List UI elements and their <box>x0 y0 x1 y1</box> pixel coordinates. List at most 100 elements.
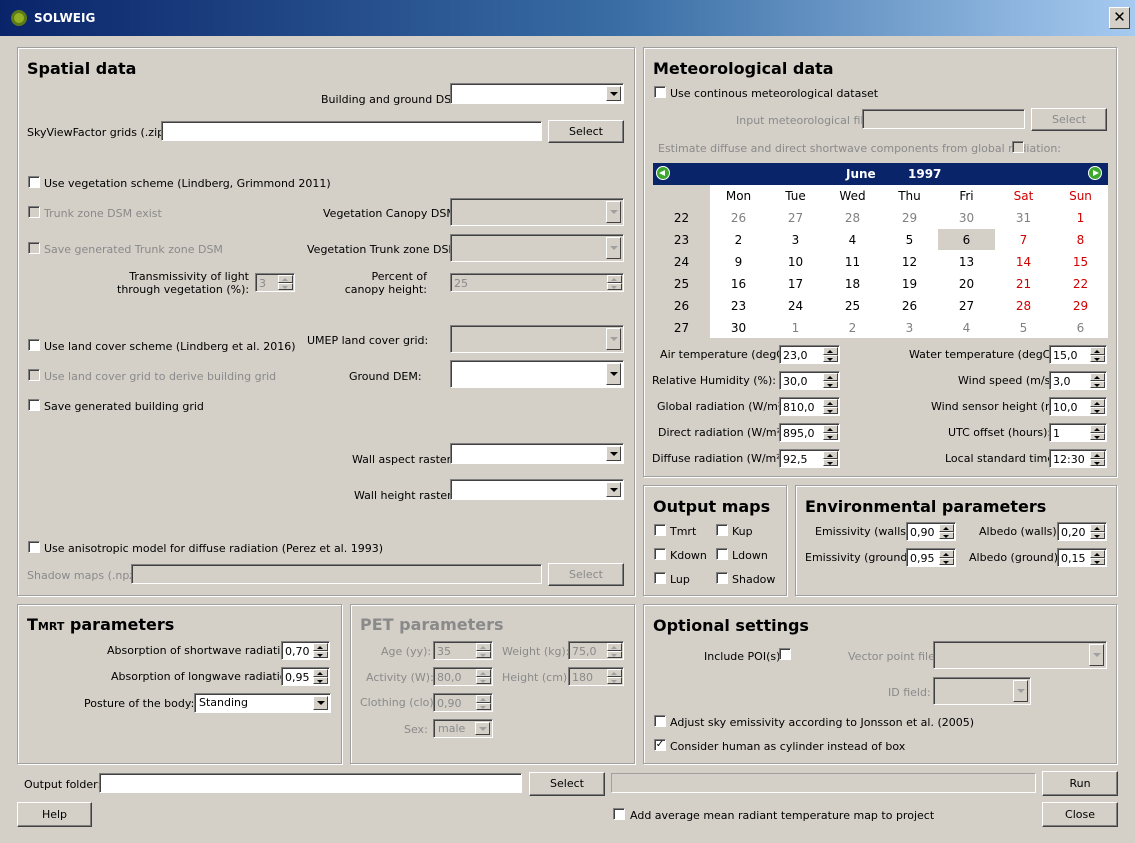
calendar-day[interactable]: 21 <box>995 273 1052 295</box>
tmrt-output-checkbox[interactable] <box>654 524 666 536</box>
spin-down-icon[interactable] <box>939 531 954 539</box>
arrow-right-icon[interactable] <box>1088 166 1102 180</box>
spin-up-icon[interactable] <box>607 275 622 283</box>
calendar-day[interactable]: 28 <box>824 207 881 229</box>
spin-down-icon[interactable] <box>313 650 328 658</box>
spin-down-icon[interactable] <box>313 676 328 684</box>
spin-down-icon[interactable] <box>476 676 491 684</box>
spin-down-icon[interactable] <box>1090 354 1105 362</box>
ground-dem-combo[interactable] <box>450 360 624 388</box>
shadow-maps-input[interactable] <box>131 564 542 584</box>
wall-aspect-combo[interactable] <box>450 443 624 464</box>
spin-down-icon[interactable] <box>823 354 838 362</box>
spin-up-icon[interactable] <box>278 275 293 283</box>
help-button[interactable]: Help <box>17 802 92 827</box>
calendar-day[interactable]: 1 <box>767 317 824 339</box>
estimate-checkbox[interactable] <box>1012 141 1024 153</box>
sex-combo[interactable]: male <box>433 719 493 738</box>
calendar-year[interactable]: 1997 <box>908 167 941 181</box>
anisotropic-checkbox[interactable] <box>28 541 40 553</box>
spin-up-icon[interactable] <box>1090 550 1105 558</box>
shadow-output-checkbox[interactable] <box>716 572 728 584</box>
spin-down-icon[interactable] <box>1090 380 1105 388</box>
spin-up-icon[interactable] <box>823 399 838 407</box>
calendar-day[interactable]: 8 <box>1052 229 1109 251</box>
calendar-day[interactable]: 26 <box>710 207 767 229</box>
spin-up-icon[interactable] <box>939 550 954 558</box>
spin-down-icon[interactable] <box>1090 432 1105 440</box>
calendar-day[interactable]: 6 <box>1052 317 1109 339</box>
calendar-day[interactable]: 4 <box>824 229 881 251</box>
albedo-ground-spinbox[interactable]: 0,15 <box>1057 548 1107 567</box>
sensor-height-spinbox[interactable]: 10,0 <box>1049 397 1107 416</box>
spin-down-icon[interactable] <box>1090 531 1105 539</box>
landcover-scheme-checkbox[interactable] <box>28 339 40 351</box>
sky-emissivity-checkbox[interactable] <box>654 715 666 727</box>
weight-spinbox[interactable]: 75,0 <box>568 641 624 660</box>
window-close-button[interactable]: ✕ <box>1109 7 1130 29</box>
calendar-day[interactable]: 17 <box>767 273 824 295</box>
spin-up-icon[interactable] <box>476 643 491 651</box>
spin-up-icon[interactable] <box>823 451 838 459</box>
albedo-walls-spinbox[interactable]: 0,20 <box>1057 522 1107 541</box>
veg-trunk-combo[interactable] <box>450 234 624 262</box>
save-trunk-checkbox[interactable] <box>28 242 40 254</box>
arrow-left-icon[interactable] <box>656 166 670 180</box>
spin-up-icon[interactable] <box>1090 373 1105 381</box>
close-button[interactable]: Close <box>1042 802 1118 827</box>
dsm-combo[interactable] <box>450 83 624 104</box>
spin-up-icon[interactable] <box>939 524 954 532</box>
calendar-day[interactable]: 3 <box>767 229 824 251</box>
calendar-day[interactable]: 31 <box>995 207 1052 229</box>
calendar-day[interactable]: 3 <box>881 317 938 339</box>
spin-up-icon[interactable] <box>476 669 491 677</box>
spin-down-icon[interactable] <box>278 282 293 290</box>
calendar-day[interactable]: 9 <box>710 251 767 273</box>
spin-up-icon[interactable] <box>607 669 622 677</box>
calendar-day[interactable]: 29 <box>1052 295 1109 317</box>
calendar-day[interactable]: 2 <box>824 317 881 339</box>
poi-checkbox[interactable] <box>779 648 791 660</box>
spin-down-icon[interactable] <box>823 380 838 388</box>
cylinder-checkbox[interactable]: ✓ <box>654 739 666 751</box>
met-select-button[interactable]: Select <box>1031 108 1107 131</box>
absorb-sw-spinbox[interactable]: 0,70 <box>281 641 330 660</box>
spin-up-icon[interactable] <box>607 643 622 651</box>
posture-combo[interactable]: Standing <box>194 693 331 713</box>
spin-up-icon[interactable] <box>823 373 838 381</box>
svf-select-button[interactable]: Select <box>548 120 624 143</box>
calendar-day[interactable]: 1 <box>1052 207 1109 229</box>
rh-spinbox[interactable]: 30,0 <box>779 371 840 390</box>
spin-up-icon[interactable] <box>1090 399 1105 407</box>
svf-input[interactable] <box>161 121 542 141</box>
em-walls-spinbox[interactable]: 0,90 <box>906 522 956 541</box>
output-folder-input[interactable] <box>99 773 522 793</box>
age-spinbox[interactable]: 35 <box>433 641 493 660</box>
calendar-day[interactable]: 18 <box>824 273 881 295</box>
calendar-day[interactable]: 4 <box>938 317 995 339</box>
spin-down-icon[interactable] <box>607 676 622 684</box>
calendar-month[interactable]: June <box>846 167 876 181</box>
calendar-day[interactable]: 12 <box>881 251 938 273</box>
absorb-lw-spinbox[interactable]: 0,95 <box>281 667 330 686</box>
spin-down-icon[interactable] <box>607 650 622 658</box>
calendar-day[interactable]: 2 <box>710 229 767 251</box>
trunk-exist-checkbox[interactable] <box>28 206 40 218</box>
calendar-day[interactable]: 15 <box>1052 251 1109 273</box>
spin-up-icon[interactable] <box>476 695 491 703</box>
spin-up-icon[interactable] <box>1090 524 1105 532</box>
calendar-day[interactable]: 22 <box>1052 273 1109 295</box>
calendar-day[interactable]: 14 <box>995 251 1052 273</box>
calendar-day[interactable]: 5 <box>881 229 938 251</box>
calendar-day[interactable]: 5 <box>995 317 1052 339</box>
spin-down-icon[interactable] <box>823 406 838 414</box>
vegetation-scheme-checkbox[interactable] <box>28 176 40 188</box>
calendar-day[interactable]: 27 <box>767 207 824 229</box>
activity-spinbox[interactable]: 80,0 <box>433 667 493 686</box>
calendar-day[interactable]: 24 <box>767 295 824 317</box>
spin-down-icon[interactable] <box>1090 557 1105 565</box>
spin-down-icon[interactable] <box>476 702 491 710</box>
calendar-day[interactable]: 29 <box>881 207 938 229</box>
em-ground-spinbox[interactable]: 0,95 <box>906 548 956 567</box>
calendar-day[interactable]: 28 <box>995 295 1052 317</box>
